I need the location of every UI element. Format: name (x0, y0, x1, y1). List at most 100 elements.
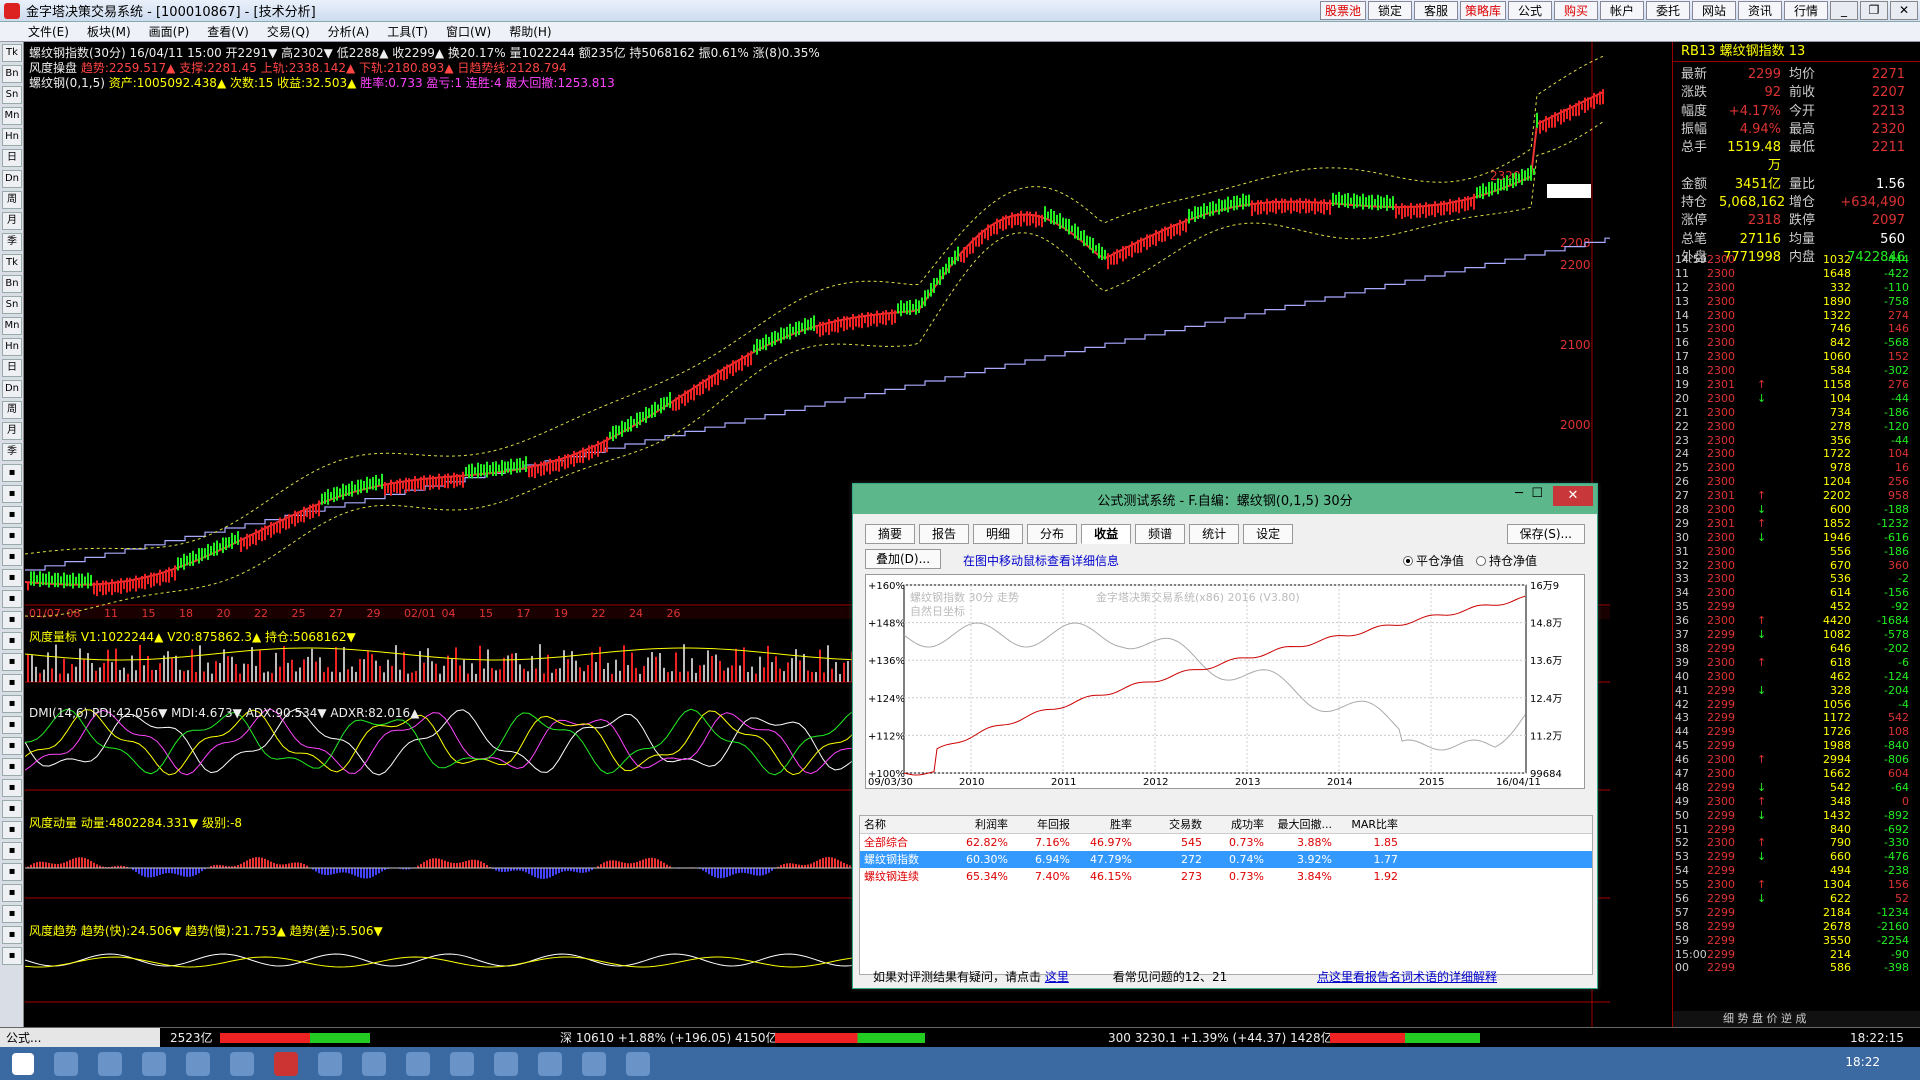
top-button-2[interactable]: 客服 (1413, 1, 1458, 20)
left-tool-2[interactable]: Sn (2, 86, 22, 104)
table-row[interactable]: 全部综合 62.82% 7.16% 46.97% 545 0.73% 3.88% 1.85 (860, 834, 1592, 851)
stack-button[interactable]: 叠加(D)... (865, 549, 942, 569)
left-tool-39[interactable]: ▪ (2, 863, 22, 881)
left-tool-25[interactable]: ▪ (2, 569, 22, 587)
left-tool-4[interactable]: Hn (2, 128, 22, 146)
wechat-icon[interactable] (230, 1051, 254, 1076)
dialog-tab-2[interactable]: 明细 (973, 524, 1024, 544)
restore-icon[interactable]: ❐ (1860, 1, 1888, 20)
top-button-0[interactable]: 股票池 (1319, 1, 1366, 20)
app-icon[interactable] (318, 1051, 342, 1076)
left-tool-43[interactable]: ▪ (2, 947, 22, 965)
quote-tabs[interactable]: 细 势 盘 价 逆 成 (1673, 1011, 1920, 1027)
dialog-tab-3[interactable]: 分布 (1027, 524, 1078, 544)
menu-item-3[interactable]: 查看(V) (207, 23, 249, 40)
left-tool-19[interactable]: 季 (2, 443, 22, 461)
formula-tab[interactable]: 公式... (0, 1028, 160, 1048)
table-row[interactable]: 螺纹钢指数 60.30% 6.94% 47.79% 272 0.74% 3.92% 1.77 (860, 851, 1592, 868)
menu-item-4[interactable]: 交易(Q) (267, 23, 310, 40)
top-button-3[interactable]: 策略库 (1459, 1, 1506, 20)
left-tool-10[interactable]: Tk (2, 254, 22, 272)
left-tool-7[interactable]: 周 (2, 191, 22, 209)
results-table[interactable]: 名称 利润率 年回报 胜率 交易数 成功率 最大回撤... MAR比率 全部综合 62.82% 7… (859, 815, 1593, 975)
word-icon[interactable] (626, 1051, 650, 1076)
left-tool-29[interactable]: ▪ (2, 653, 22, 671)
equity-chart[interactable]: +160% 16万9 +148% 14.8万 +136% 13.6万 +124% 12.4万 +… (865, 574, 1585, 789)
left-tool-38[interactable]: ▪ (2, 842, 22, 860)
left-tool-42[interactable]: ▪ (2, 926, 22, 944)
top-button-8[interactable]: 网站 (1692, 1, 1736, 20)
left-tool-23[interactable]: ▪ (2, 527, 22, 545)
media-icon[interactable] (538, 1051, 562, 1076)
tool-icon[interactable] (362, 1051, 386, 1076)
left-tool-13[interactable]: Mn (2, 317, 22, 335)
top-button-6[interactable]: 帐户 (1600, 1, 1644, 20)
left-tool-6[interactable]: Dn (2, 170, 22, 188)
col-header-2[interactable]: 年回报 (1012, 816, 1074, 833)
close-equity-radio[interactable]: 平仓净值 (1402, 552, 1464, 569)
top-button-10[interactable]: 行情 (1784, 1, 1828, 20)
left-tool-1[interactable]: Bn (2, 65, 22, 83)
folder-icon[interactable] (98, 1051, 122, 1076)
dialog-tab-1[interactable]: 报告 (919, 524, 970, 544)
browser-icon[interactable] (142, 1051, 166, 1076)
chat-icon[interactable] (186, 1051, 210, 1076)
left-tool-35[interactable]: ▪ (2, 779, 22, 797)
left-tool-24[interactable]: ▪ (2, 548, 22, 566)
left-tool-16[interactable]: Dn (2, 380, 22, 398)
top-button-4[interactable]: 公式 (1508, 1, 1552, 20)
minimize-icon[interactable]: _ (1830, 1, 1858, 20)
dialog-tab-5[interactable]: 频谱 (1135, 524, 1186, 544)
ie-icon[interactable] (54, 1051, 78, 1076)
table-row[interactable]: 螺纹钢连续 65.34% 7.40% 46.15% 273 0.73% 3.84% 1.92 (860, 868, 1592, 885)
faq-link[interactable]: 这里 (1045, 970, 1069, 984)
left-tool-11[interactable]: Bn (2, 275, 22, 293)
left-tool-33[interactable]: ▪ (2, 737, 22, 755)
menu-item-0[interactable]: 文件(E) (28, 23, 69, 40)
dialog-tab-0[interactable]: 摘要 (865, 524, 916, 544)
menu-item-6[interactable]: 工具(T) (387, 23, 428, 40)
col-header-5[interactable]: 成功率 (1206, 816, 1268, 833)
left-tool-8[interactable]: 月 (2, 212, 22, 230)
top-button-1[interactable]: 锁定 (1367, 1, 1412, 20)
left-tool-3[interactable]: Mn (2, 107, 22, 125)
left-tool-30[interactable]: ▪ (2, 674, 22, 692)
dialog-close-icon[interactable]: ✕ (1553, 486, 1593, 506)
left-tool-32[interactable]: ▪ (2, 716, 22, 734)
left-tool-31[interactable]: ▪ (2, 695, 22, 713)
save-button[interactable]: 保存(S)... (1506, 524, 1585, 544)
col-header-4[interactable]: 交易数 (1136, 816, 1206, 833)
formula-test-dialog[interactable]: 公式测试系统 - F.自编：螺纹钢(0,1,5) 30分 ─ ☐ ✕ 摘要 报告明… (852, 483, 1598, 989)
col-header-1[interactable]: 利润率 (942, 816, 1012, 833)
col-header-3[interactable]: 胜率 (1074, 816, 1136, 833)
top-button-9[interactable]: 资讯 (1738, 1, 1782, 20)
dialog-tab-7[interactable]: 设定 (1243, 524, 1294, 544)
menu-item-5[interactable]: 分析(A) (328, 23, 370, 40)
left-tool-37[interactable]: ▪ (2, 821, 22, 839)
left-tool-14[interactable]: Hn (2, 338, 22, 356)
left-tool-0[interactable]: Tk (2, 44, 22, 62)
menu-item-8[interactable]: 帮助(H) (509, 23, 551, 40)
left-tool-34[interactable]: ▪ (2, 758, 22, 776)
left-tool-27[interactable]: ▪ (2, 611, 22, 629)
top-button-7[interactable]: 委托 (1646, 1, 1690, 20)
close-icon[interactable]: ✕ (1890, 1, 1918, 20)
top-button-5[interactable]: 购买 (1554, 1, 1598, 20)
dialog-tab-4[interactable]: 收益 (1081, 524, 1132, 544)
settings-icon[interactable] (494, 1051, 518, 1076)
glossary-link[interactable]: 点这里看报告名词术语的详细解释 (1317, 968, 1497, 985)
dialog-tab-6[interactable]: 统计 (1189, 524, 1240, 544)
col-header-6[interactable]: 最大回撤... (1268, 816, 1336, 833)
col-header-7[interactable]: MAR比率 (1336, 816, 1402, 833)
window-icon[interactable] (450, 1051, 474, 1076)
left-tool-18[interactable]: 月 (2, 422, 22, 440)
left-tool-9[interactable]: 季 (2, 233, 22, 251)
dialog-maximize-icon[interactable]: ☐ (1531, 486, 1543, 501)
left-tool-21[interactable]: ▪ (2, 485, 22, 503)
col-header-0[interactable]: 名称 (860, 816, 942, 833)
left-tool-15[interactable]: 日 (2, 359, 22, 377)
menu-item-1[interactable]: 板块(M) (87, 23, 131, 40)
hold-equity-radio[interactable]: 持仓净值 (1475, 552, 1537, 569)
left-tool-41[interactable]: ▪ (2, 905, 22, 923)
qq-icon[interactable] (406, 1051, 430, 1076)
